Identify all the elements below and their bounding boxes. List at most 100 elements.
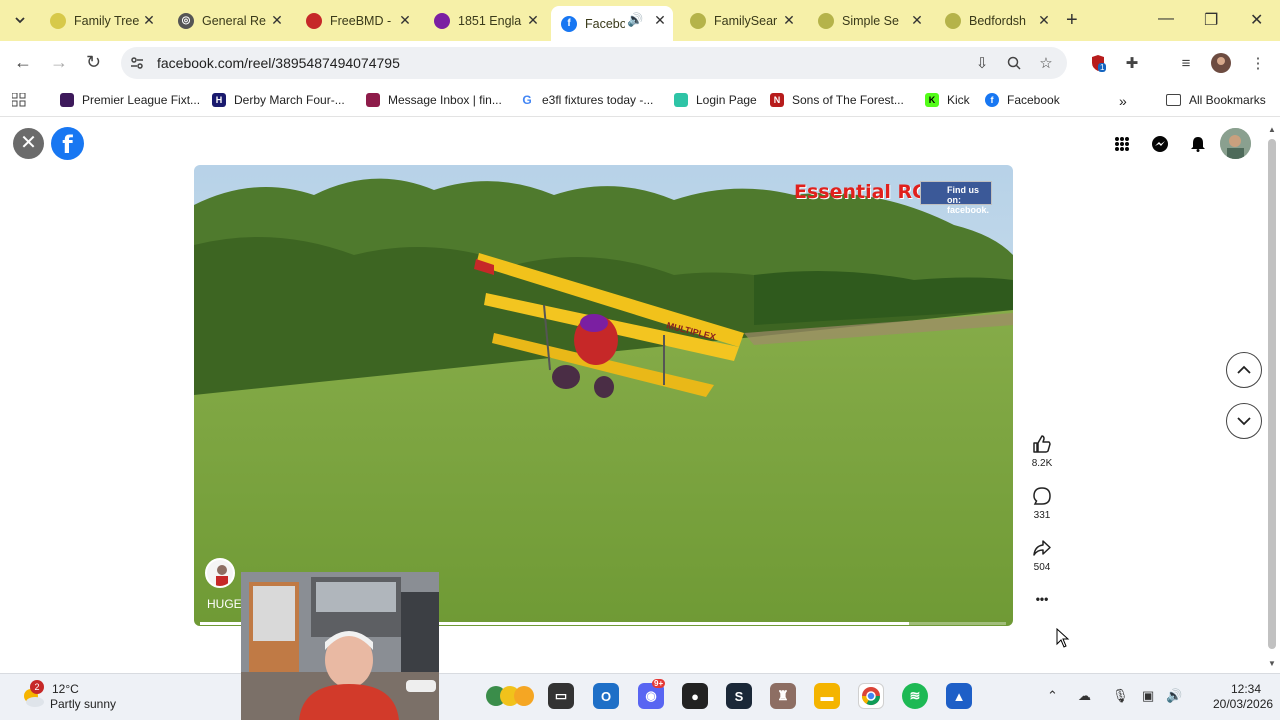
next-reel-button[interactable] xyxy=(1226,403,1262,439)
tab-facebook[interactable]: f Facebo 🔊 ✕ xyxy=(551,6,673,41)
bookmark-label: Premier League Fixt... xyxy=(82,93,201,107)
all-bookmarks-folder[interactable]: All Bookmarks xyxy=(1166,93,1266,107)
profile-avatar[interactable] xyxy=(1211,53,1231,73)
close-icon[interactable]: ✕ xyxy=(142,13,156,27)
close-icon[interactable]: ✕ xyxy=(1037,13,1051,27)
inbox-icon xyxy=(366,93,380,107)
all-bookmarks-label: All Bookmarks xyxy=(1189,93,1266,107)
facebook-logo[interactable]: f xyxy=(51,127,84,160)
close-icon[interactable]: ✕ xyxy=(910,13,924,27)
close-icon[interactable]: ✕ xyxy=(398,13,412,27)
bookmark-login-page[interactable]: Login Page xyxy=(674,93,757,107)
poster-avatar[interactable] xyxy=(205,558,235,588)
task-view-icon[interactable]: ▭ xyxy=(548,683,574,709)
outlook-icon[interactable]: O xyxy=(593,683,619,709)
onedrive-cloud-icon[interactable]: ☁ xyxy=(1078,688,1091,704)
tab-1851-census[interactable]: 1851 Engla ✕ xyxy=(424,6,546,35)
tab-title: Simple Se xyxy=(842,13,899,28)
close-icon[interactable]: ✕ xyxy=(526,13,540,27)
game-app-icon[interactable]: ♜ xyxy=(770,683,796,709)
steam-icon[interactable]: S xyxy=(726,683,752,709)
url-text[interactable]: facebook.com/reel/3895487494074795 xyxy=(157,55,400,71)
scroll-thumb[interactable] xyxy=(1268,139,1276,649)
media-control-icon[interactable]: ≡ xyxy=(1176,53,1196,73)
comment-count: 331 xyxy=(1033,510,1051,521)
file-explorer-icon[interactable]: ▬ xyxy=(814,683,840,709)
close-icon[interactable]: ✕ xyxy=(782,13,796,27)
account-avatar[interactable] xyxy=(1220,128,1251,159)
bookmark-premier-league[interactable]: Premier League Fixt... xyxy=(60,93,200,107)
tab-familysearch[interactable]: FamilySear ✕ xyxy=(680,6,802,35)
taskbar-widgets-icon[interactable] xyxy=(484,683,536,709)
bookmark-sons-of-the-forest[interactable]: N Sons of The Forest... xyxy=(770,93,904,107)
tab-general-register[interactable]: ◎ General Re ✕ xyxy=(168,6,290,35)
bookmark-facebook[interactable]: f Facebook xyxy=(985,93,1060,107)
premier-league-icon xyxy=(60,93,74,107)
bookmark-e3fl-fixtures[interactable]: Ge3fl fixtures today -... xyxy=(520,93,653,107)
clock-date[interactable]: 20/03/2026 xyxy=(1213,697,1273,711)
more-options-button[interactable]: ••• xyxy=(1026,592,1058,606)
app-launcher-icon[interactable]: ▲ xyxy=(946,683,972,709)
install-app-icon[interactable]: ⇩ xyxy=(972,53,992,73)
reel-video[interactable]: MULTIPLEX Essential RC Find us on: faceb… xyxy=(194,165,1013,626)
volume-icon[interactable]: 🔊 xyxy=(1166,688,1182,704)
tab-family-tree[interactable]: Family Tree ✕ xyxy=(40,6,162,35)
kick-icon: K xyxy=(925,93,939,107)
back-button[interactable]: ← xyxy=(14,52,32,73)
bookmark-label: Sons of The Forest... xyxy=(792,93,904,107)
netflix-icon: N xyxy=(770,93,784,107)
bookmark-label: Message Inbox | fin... xyxy=(388,93,502,107)
tray-overflow-icon[interactable]: ⌃ xyxy=(1047,688,1058,704)
tab-title: Bedfordsh xyxy=(969,13,1026,28)
microphone-icon[interactable]: 🎙 xyxy=(1112,688,1129,704)
discord-icon[interactable]: ◉ 9+ xyxy=(638,679,666,709)
close-icon[interactable]: ✕ xyxy=(270,13,284,27)
chrome-menu-icon[interactable]: ⋮ xyxy=(1248,53,1268,73)
extensions-puzzle-icon[interactable]: ✚ xyxy=(1122,53,1142,73)
restore-button[interactable]: ❐ xyxy=(1204,10,1218,30)
weather-widget[interactable]: 2 xyxy=(20,680,46,710)
chevron-up-icon xyxy=(1237,365,1251,374)
bookmark-kick[interactable]: K Kick xyxy=(925,93,970,107)
webcam-image xyxy=(241,572,439,720)
bookmark-star-icon[interactable]: ☆ xyxy=(1036,53,1056,73)
forward-button[interactable]: → xyxy=(50,52,68,73)
like-button[interactable]: 8.2K xyxy=(1026,434,1058,469)
like-count: 8.2K xyxy=(1031,458,1053,469)
tab-bedfordshire[interactable]: Bedfordsh ✕ xyxy=(935,6,1057,35)
new-tab-button[interactable]: + xyxy=(1066,10,1078,30)
zoom-icon[interactable] xyxy=(1004,53,1024,73)
previous-reel-button[interactable] xyxy=(1226,352,1262,388)
window-close-button[interactable]: ✕ xyxy=(1250,10,1263,30)
bookmark-message-inbox[interactable]: Message Inbox | fin... xyxy=(366,93,502,107)
network-icon[interactable]: ▣ xyxy=(1142,688,1154,704)
messenger-icon[interactable] xyxy=(1144,128,1175,159)
spotify-icon[interactable]: ≋ xyxy=(902,683,928,709)
tab-search-button[interactable] xyxy=(8,8,32,32)
chrome-taskbar-icon[interactable] xyxy=(858,683,884,709)
reload-button[interactable]: ↻ xyxy=(86,52,101,73)
speaker-icon[interactable]: 🔊 xyxy=(627,12,643,28)
tab-simple-search[interactable]: Simple Se ✕ xyxy=(808,6,930,35)
scroll-up-arrow-icon[interactable]: ▲ xyxy=(1268,125,1276,134)
close-icon[interactable]: ✕ xyxy=(653,13,667,27)
login-icon xyxy=(674,93,688,107)
notifications-bell-icon[interactable] xyxy=(1182,128,1213,159)
page-scrollbar[interactable]: ▲ ▼ xyxy=(1266,125,1278,671)
clock-time[interactable]: 12:34 xyxy=(1231,682,1261,696)
reel-caption: HUGE xyxy=(207,597,242,611)
apps-grid-icon[interactable] xyxy=(12,93,26,107)
bookmarks-overflow-icon[interactable]: » xyxy=(1119,93,1127,109)
facebook-icon: f xyxy=(561,15,577,32)
site-info-icon[interactable] xyxy=(127,53,147,73)
menu-grid-icon[interactable] xyxy=(1106,128,1137,159)
obs-icon[interactable]: ● xyxy=(682,683,708,709)
tab-freebmd[interactable]: FreeBMD - ✕ xyxy=(296,6,418,35)
extension-shield-icon[interactable]: 1 xyxy=(1088,53,1108,73)
comment-button[interactable]: 331 xyxy=(1026,486,1058,521)
close-reel-button[interactable]: ✕ xyxy=(13,128,44,159)
bookmark-derby-march[interactable]: H Derby March Four-... xyxy=(212,93,345,107)
scroll-down-arrow-icon[interactable]: ▼ xyxy=(1268,659,1276,668)
share-button[interactable]: 504 xyxy=(1026,538,1058,573)
minimize-button[interactable]: — xyxy=(1158,10,1174,28)
